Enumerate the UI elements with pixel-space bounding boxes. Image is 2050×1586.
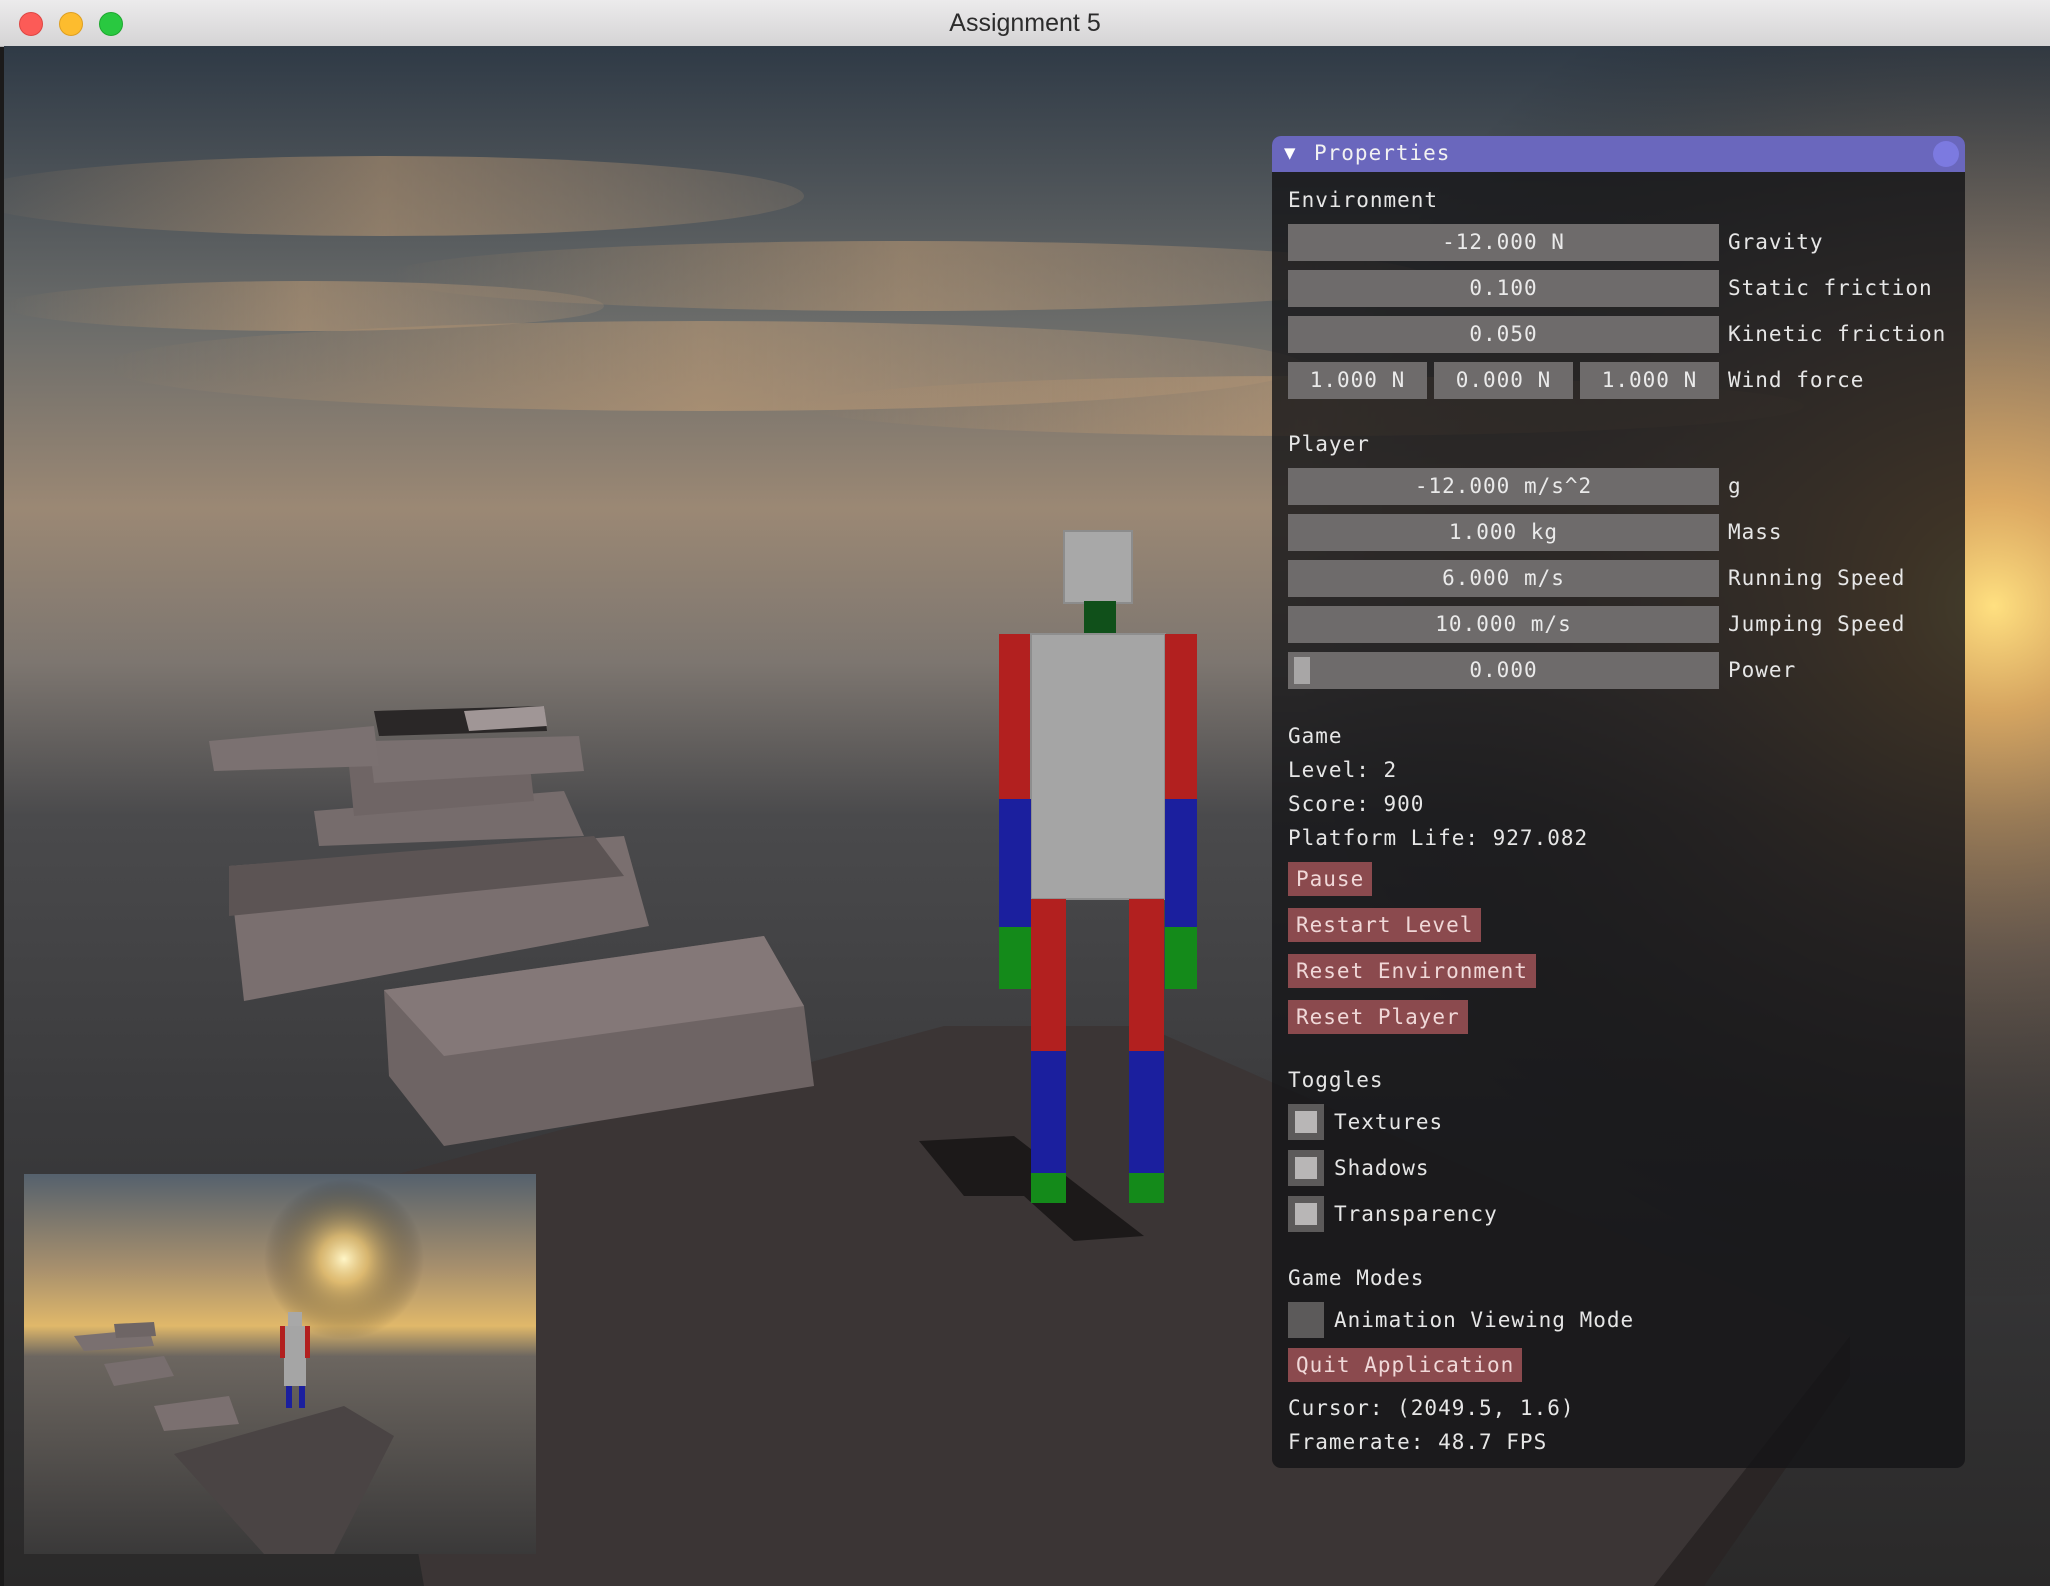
player-heading: Player (1288, 432, 1370, 456)
mass-label: Mass (1728, 520, 1783, 544)
shadows-checkbox-box (1295, 1157, 1317, 1179)
power-label: Power (1728, 658, 1797, 682)
close-panel-button[interactable] (1933, 141, 1959, 167)
running-speed-field[interactable]: 6.000 m/s (1288, 560, 1719, 597)
transparency-checkbox[interactable] (1288, 1196, 1324, 1232)
static-friction-label: Static friction (1728, 276, 1933, 300)
mass-field[interactable]: 1.000 kg (1288, 514, 1719, 551)
reset-player-button[interactable]: Reset Player (1288, 1000, 1468, 1034)
restart-level-button[interactable]: Restart Level (1288, 908, 1482, 942)
title-bar[interactable]: Assignment 5 (0, 0, 2050, 47)
environment-heading: Environment (1288, 188, 1439, 212)
wind-force-z-field[interactable]: 1.000 N (1580, 362, 1719, 399)
player-g-label: g (1728, 474, 1742, 498)
animation-viewing-mode-checkbox[interactable] (1288, 1302, 1324, 1338)
shadows-checkbox[interactable] (1288, 1150, 1324, 1186)
static-friction-field[interactable]: 0.100 (1288, 270, 1719, 307)
wind-force-label: Wind force (1728, 368, 1865, 392)
properties-panel[interactable]: ▼ Properties Environment -12.000 N Gravi… (1272, 136, 1965, 1468)
cursor-readout: Cursor: (2049.5, 1.6) (1288, 1396, 1575, 1420)
textures-checkbox-box (1295, 1111, 1317, 1133)
game-viewport[interactable]: ▼ Properties Environment -12.000 N Gravi… (4, 46, 2050, 1586)
power-slider-handle[interactable] (1294, 657, 1310, 684)
properties-header[interactable]: ▼ Properties (1272, 136, 1965, 172)
wind-force-x-field[interactable]: 1.000 N (1288, 362, 1427, 399)
power-slider[interactable]: 0.000 (1288, 652, 1719, 689)
gravity-label: Gravity (1728, 230, 1824, 254)
kinetic-friction-label: Kinetic friction (1728, 322, 1947, 346)
reset-environment-button[interactable]: Reset Environment (1288, 954, 1536, 988)
platform-life-text: Platform Life: 927.082 (1288, 826, 1589, 850)
textures-label[interactable]: Textures (1334, 1104, 1443, 1140)
quit-application-button[interactable]: Quit Application (1288, 1348, 1523, 1382)
pause-button[interactable]: Pause (1288, 862, 1373, 896)
wind-force-y-field[interactable]: 0.000 N (1434, 362, 1573, 399)
gravity-field[interactable]: -12.000 N (1288, 224, 1719, 261)
power-value: 0.000 (1469, 658, 1538, 682)
game-modes-heading: Game Modes (1288, 1266, 1425, 1290)
level-text: Level: 2 (1288, 758, 1398, 782)
framerate-readout: Framerate: 48.7 FPS (1288, 1430, 1548, 1454)
running-speed-label: Running Speed (1728, 566, 1906, 590)
minimap-view (24, 1174, 536, 1554)
jumping-speed-label: Jumping Speed (1728, 612, 1906, 636)
toggles-heading: Toggles (1288, 1068, 1384, 1092)
score-text: Score: 900 (1288, 792, 1425, 816)
player-g-field[interactable]: -12.000 m/s^2 (1288, 468, 1719, 505)
jumping-speed-field[interactable]: 10.000 m/s (1288, 606, 1719, 643)
collapse-arrow-icon[interactable]: ▼ (1284, 142, 1295, 164)
transparency-checkbox-box (1295, 1203, 1317, 1225)
app-window: Assignment 5 ▼ Properties Environment -1… (0, 0, 2050, 1586)
kinetic-friction-field[interactable]: 0.050 (1288, 316, 1719, 353)
shadows-label[interactable]: Shadows (1334, 1150, 1430, 1186)
window-title: Assignment 5 (949, 9, 1101, 37)
animation-viewing-mode-label[interactable]: Animation Viewing Mode (1334, 1302, 1634, 1338)
properties-title: Properties (1314, 141, 1451, 165)
textures-checkbox[interactable] (1288, 1104, 1324, 1140)
game-heading: Game (1288, 724, 1343, 748)
transparency-label[interactable]: Transparency (1334, 1196, 1498, 1232)
